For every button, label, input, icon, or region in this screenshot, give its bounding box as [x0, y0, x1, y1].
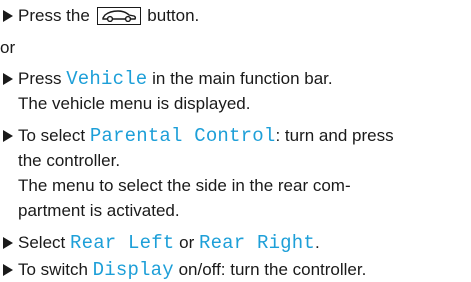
step-text-continued: the controller.	[18, 151, 121, 170]
step-text-before: Press	[18, 69, 67, 88]
step-text-after: : turn and press	[275, 126, 394, 145]
step-text-after: .	[315, 233, 320, 252]
keyword-vehicle: Vehicle	[66, 68, 148, 90]
step-text: Press the button.	[18, 5, 199, 27]
bullet-arrow-icon	[3, 130, 13, 142]
step-text: Press Vehicle in the main function bar.	[18, 68, 333, 90]
bullet-arrow-icon	[3, 237, 13, 249]
step-result-text: partment is activated.	[18, 201, 180, 220]
keyword-display: Display	[92, 259, 174, 281]
keyword-parental-control: Parental Control	[89, 125, 276, 147]
step-text-after: on/off: turn the controller.	[173, 260, 367, 279]
step-text-before: To select	[18, 126, 90, 145]
step-text-after: button.	[147, 6, 200, 25]
bullet-arrow-icon	[3, 10, 13, 22]
step-text-before: To switch	[18, 260, 93, 279]
keyword-rear-right: Rear Right	[198, 232, 315, 254]
step-result-text: The menu to select the side in the rear …	[18, 176, 351, 195]
step-text-before: Select	[18, 233, 70, 252]
step-text: To select Parental Control: turn and pre…	[18, 125, 394, 147]
bullet-arrow-icon	[3, 264, 13, 276]
bullet-arrow-icon	[3, 73, 13, 85]
step-text-after: in the main function bar.	[147, 69, 333, 88]
step-text: Select Rear Left or Rear Right.	[18, 232, 320, 254]
or-text: or	[0, 38, 16, 57]
step-text: To switch Display on/off: turn the contr…	[18, 259, 366, 281]
car-button-icon	[96, 7, 141, 25]
step-result-text: The vehicle menu is displayed.	[18, 94, 251, 113]
step-text-middle: or	[174, 233, 199, 252]
step-text-before: Press the	[18, 6, 90, 25]
keyword-rear-left: Rear Left	[69, 232, 175, 254]
